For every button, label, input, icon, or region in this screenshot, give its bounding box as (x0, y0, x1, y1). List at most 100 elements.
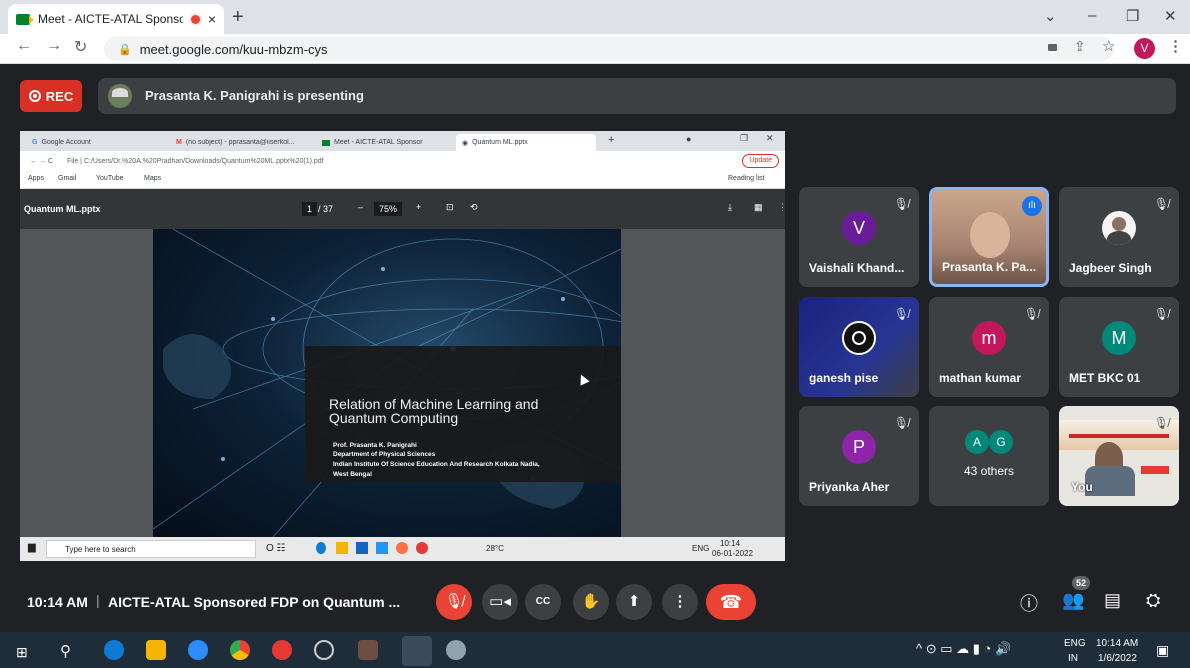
more-options-button[interactable]: ⋮ (662, 584, 698, 620)
others-avatar: G (989, 430, 1013, 454)
more-vert-icon: ⋮ (672, 593, 688, 610)
input-region[interactable]: IN (1068, 653, 1078, 664)
chat-icon[interactable]: ▤ (1104, 590, 1121, 611)
share-icon[interactable]: ⇪ (1074, 38, 1086, 55)
presenter-avatar (108, 84, 132, 108)
shared-bookmarks-bar: Apps Gmail YouTube Maps Reading list (20, 171, 785, 189)
shared-tab-google-account: G Google Account (32, 139, 91, 146)
chrome-profile-icon-active[interactable] (402, 636, 432, 666)
participant-tile-jagbeer[interactable]: 🎙︎̸ Jagbeer Singh (1059, 187, 1179, 287)
participant-name: MET BKC 01 (1069, 371, 1141, 385)
microphone-off-button[interactable]: 🎙︎̸ (436, 584, 472, 620)
present-screen-button[interactable]: ⬆ (616, 584, 652, 620)
participant-tile-priyanka[interactable]: 🎙︎̸ P Priyanka Aher (799, 406, 919, 506)
shared-tab-meet: Meet - AICTE-ATAL Sponsor (316, 134, 456, 151)
lock-icon: 🔒 (118, 43, 132, 56)
slide-department: Department of Physical Sciences (333, 451, 436, 458)
profile-avatar[interactable]: V (1134, 38, 1155, 59)
meeting-title: AICTE-ATAL Sponsored FDP on Quantum ... (108, 594, 401, 610)
minimize-button[interactable]: – (1088, 7, 1096, 24)
notifications-icon[interactable]: ▣ (1156, 642, 1169, 659)
opera-icon[interactable] (272, 640, 292, 660)
close-window-button[interactable]: ✕ (1164, 7, 1177, 25)
file-explorer-icon[interactable] (146, 640, 166, 660)
url-text: meet.google.com/kuu-mbzm-cys (139, 41, 328, 57)
mic-off-icon: 🎙︎̸ (893, 307, 909, 321)
banner-red-tag (1141, 466, 1169, 474)
participant-tile-prasanta[interactable]: ılı Prasanta K. Pa... (929, 187, 1049, 287)
speaking-indicator-icon: ılı (1022, 196, 1042, 216)
banner-stripe (1069, 434, 1169, 438)
pdf-page-current: 1 (302, 202, 318, 216)
participant-tile-ganesh[interactable]: 🎙︎̸ ganesh pise (799, 297, 919, 397)
slide-title: Relation of Machine Learning and Quantum… (329, 396, 539, 426)
taskbar-clock-time[interactable]: 10:14 AM (1096, 638, 1138, 649)
participant-tile-you[interactable]: 🎙︎̸ You (1059, 406, 1179, 506)
participant-name: Priyanka Aher (809, 480, 890, 494)
edge-icon[interactable] (104, 640, 124, 660)
participant-name: Jagbeer Singh (1069, 261, 1152, 275)
participant-count-badge: 52 (1072, 576, 1090, 590)
leave-call-button[interactable]: ☎ (706, 584, 756, 620)
input-language[interactable]: ENG (1064, 638, 1086, 649)
activities-icon[interactable]: ⛭ (1146, 590, 1160, 611)
participant-tile-mathan[interactable]: 🎙︎̸ m mathan kumar (929, 297, 1049, 397)
hand-icon: ✋ (581, 593, 601, 610)
participant-face (970, 212, 1010, 258)
minecraft-icon[interactable] (358, 640, 378, 660)
participant-avatar: V (842, 211, 876, 245)
forward-icon[interactable]: → (46, 37, 62, 55)
reload-icon[interactable]: ↻ (74, 37, 87, 57)
participant-tile-others[interactable]: A G 43 others (929, 406, 1049, 506)
system-tray-icons[interactable]: ^ ⊙ ▭ ☁ ▮ ◔ 🔊 (916, 641, 1011, 657)
meeting-details-icon[interactable]: ⓘ (1020, 590, 1038, 616)
address-bar[interactable]: 🔒 meet.google.com/kuu-mbzm-cys (104, 37, 1114, 61)
participant-name: Vaishali Khand... (809, 261, 905, 275)
slide-location: West Bengal (333, 471, 372, 478)
pdf-zoom: 75% (374, 202, 403, 216)
windows-start-icon[interactable]: ⊞ (16, 644, 28, 661)
shared-tab-gmail: M (no subject) - pprasanta@iiserkol... (176, 139, 295, 146)
browser-tab-meet[interactable]: Meet - AICTE-ATAL Sponsore × (8, 4, 224, 34)
others-avatar: A (965, 430, 989, 454)
browser-menu-icon[interactable]: ⋮ (1168, 37, 1183, 55)
recording-badge[interactable]: REC (20, 80, 82, 112)
tab-close-icon[interactable]: × (208, 11, 216, 27)
camera-button[interactable]: ▭◂ (482, 584, 518, 620)
mic-off-icon: 🎙︎̸ (444, 593, 464, 610)
zoom-icon[interactable] (188, 640, 208, 660)
participant-tile-met-bkc[interactable]: 🎙︎̸ M MET BKC 01 (1059, 297, 1179, 397)
participant-tile-vaishali[interactable]: 🎙︎̸ V Vaishali Khand... (799, 187, 919, 287)
participant-name: ganesh pise (809, 371, 879, 385)
participant-name: You (1071, 480, 1093, 494)
chrome-icon[interactable] (230, 640, 250, 660)
captions-button[interactable]: CC (525, 584, 561, 620)
participant-name: mathan kumar (939, 371, 1022, 385)
bookmark-star-icon[interactable]: ☆ (1102, 37, 1115, 55)
camera-in-use-icon[interactable] (1048, 44, 1057, 51)
slide-author: Prof. Prasanta K. Panigrahi (333, 442, 417, 449)
pdf-toolbar: Quantum ML.pptx 1 / 37 – 75% + ⊡ ⟲ ⤓ ▦ ⋮ (20, 189, 785, 229)
shared-update-button: Update (742, 154, 779, 168)
people-icon[interactable]: 👥 (1062, 590, 1084, 611)
shared-windows-taskbar: ▆ Type here to search O ☷ 28°C ENG 10:14… (20, 537, 785, 561)
mic-off-icon: 🎙︎̸ (1153, 416, 1169, 430)
taskbar-clock-date[interactable]: 1/6/2022 (1098, 653, 1137, 664)
raise-hand-button[interactable]: ✋ (573, 584, 609, 620)
shared-screen: G Google Account M (no subject) - pprasant… (20, 131, 785, 561)
mic-off-icon: 🎙︎̸ (1023, 307, 1039, 321)
present-icon: ⬆ (627, 593, 641, 610)
slide-institute: Indian Institute Of Science Education An… (333, 461, 540, 468)
paint-icon[interactable] (446, 640, 466, 660)
obs-icon[interactable] (314, 640, 334, 660)
restore-button[interactable]: ❐ (1126, 7, 1139, 25)
participant-avatar: P (842, 430, 876, 464)
new-tab-button[interactable]: + (232, 6, 244, 29)
mic-off-icon: 🎙︎̸ (893, 416, 909, 430)
search-icon[interactable]: ⚲ (60, 642, 71, 660)
rec-label: REC (45, 88, 74, 104)
back-icon[interactable]: ← (16, 37, 32, 55)
tab-search-button[interactable]: ⌄ (1044, 7, 1057, 25)
phone-hangup-icon: ☎ (719, 592, 743, 612)
pdf-title: Quantum ML.pptx (24, 204, 101, 214)
